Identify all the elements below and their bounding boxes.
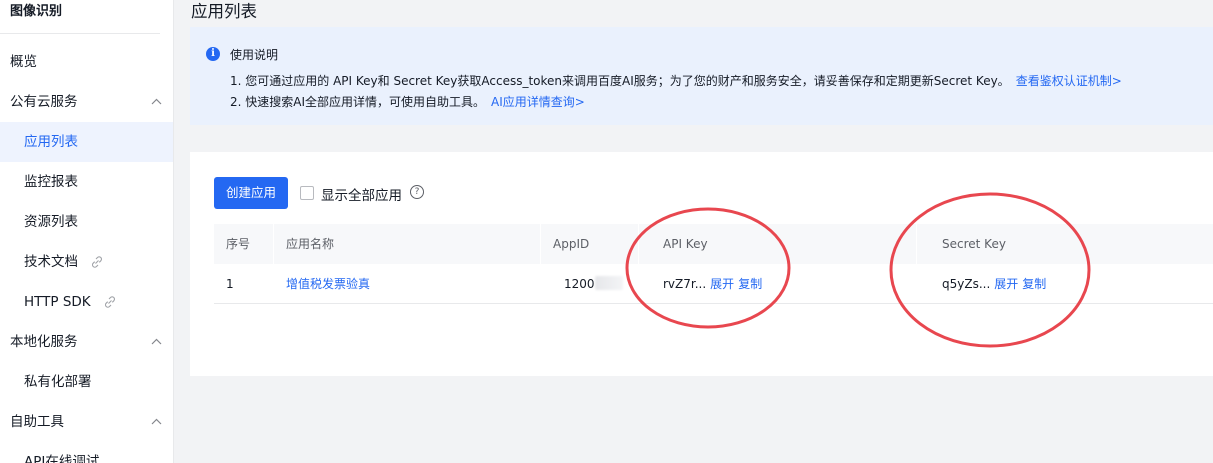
- sidebar-item-monitor-report[interactable]: 监控报表: [0, 162, 173, 202]
- chevron-up-icon: [151, 402, 162, 442]
- sidebar-item-app-list[interactable]: 应用列表: [0, 122, 173, 162]
- sidebar: 图像识别 概览 公有云服务 应用列表 监控报表 资源列表 技术文档 HTTP S…: [0, 0, 174, 463]
- table-row: 1 增值税发票验真 1200 rvZ7r... 展开 复制 q5yZs... 展开 复制: [214, 264, 1213, 304]
- external-link-icon: [103, 285, 117, 325]
- external-link-icon: [90, 245, 104, 285]
- column-header-api-key: API Key: [663, 237, 708, 251]
- app-name-link[interactable]: 增值税发票验真: [286, 277, 370, 291]
- create-app-button[interactable]: 创建应用: [214, 177, 288, 209]
- notice-heading: 使用说明: [230, 48, 279, 62]
- sidebar-group-label: 本地化服务: [10, 334, 78, 350]
- sidebar-group-public-cloud[interactable]: 公有云服务: [0, 82, 173, 122]
- help-icon[interactable]: ?: [410, 185, 424, 199]
- cell-api-key: rvZ7r... 展开 复制: [651, 264, 762, 304]
- secret-key-expand-button[interactable]: 展开: [994, 277, 1018, 291]
- table-header: 序号 应用名称 AppID API Key Secret Key: [214, 224, 1213, 264]
- usage-notice: i 使用说明 1. 您可通过应用的 API Key和 Secret Key获取A…: [190, 27, 1213, 125]
- page-title: 应用列表: [191, 2, 257, 21]
- column-header-name: 应用名称: [286, 237, 335, 251]
- appid-value: 1200: [564, 277, 595, 291]
- info-icon: i: [206, 47, 220, 61]
- sidebar-item-label: HTTP SDK: [24, 294, 91, 310]
- chevron-up-icon: [151, 322, 162, 362]
- sidebar-item-label: 技术文档: [24, 254, 78, 270]
- api-key-expand-button[interactable]: 展开: [710, 277, 734, 291]
- api-key-value: rvZ7r...: [663, 277, 707, 291]
- app-list-panel: 创建应用 显示全部应用 ? 序号 应用名称 AppID API Key Secr…: [190, 152, 1213, 376]
- sidebar-item-api-debug[interactable]: API在线调试: [0, 442, 173, 463]
- sidebar-item-tech-docs[interactable]: 技术文档: [0, 242, 173, 285]
- show-all-checkbox[interactable]: [300, 186, 314, 200]
- sidebar-group-label: 公有云服务: [10, 94, 78, 110]
- notice-text: 1. 您可通过应用的 API Key和 Secret Key获取Access_t…: [230, 74, 1010, 88]
- sidebar-group-local-service[interactable]: 本地化服务: [0, 322, 173, 362]
- column-divider: [638, 224, 639, 264]
- api-key-copy-button[interactable]: 复制: [738, 277, 762, 291]
- sidebar-group-self-service[interactable]: 自助工具: [0, 402, 173, 442]
- secret-key-copy-button[interactable]: 复制: [1022, 277, 1046, 291]
- auth-mechanism-link[interactable]: 查看鉴权认证机制>: [1016, 74, 1122, 88]
- column-header-appid: AppID: [553, 237, 590, 251]
- cell-index: 1: [226, 277, 234, 291]
- redacted-blur: [594, 276, 623, 290]
- notice-text: 2. 快速搜索AI全部应用详情，可使用自助工具。: [230, 95, 486, 109]
- cell-secret-key: q5yZs... 展开 复制: [930, 264, 1046, 304]
- sidebar-group-label: 自助工具: [10, 414, 64, 430]
- sidebar-item-http-sdk[interactable]: HTTP SDK: [0, 282, 173, 325]
- cell-appid: 1200: [552, 264, 623, 304]
- sidebar-item-overview[interactable]: 概览: [0, 42, 173, 82]
- sidebar-divider: [0, 33, 160, 34]
- secret-key-value: q5yZs...: [942, 277, 991, 291]
- column-divider: [916, 224, 917, 264]
- sidebar-item-resource-list[interactable]: 资源列表: [0, 202, 173, 242]
- notice-line-2: 2. 快速搜索AI全部应用详情，可使用自助工具。 AI应用详情查询>: [230, 93, 585, 110]
- column-header-index: 序号: [226, 237, 251, 251]
- sidebar-title: 图像识别: [10, 4, 63, 19]
- chevron-up-icon: [151, 82, 162, 122]
- sidebar-item-private-deploy[interactable]: 私有化部署: [0, 362, 173, 402]
- cell-name: 增值税发票验真: [274, 264, 370, 304]
- notice-line-1: 1. 您可通过应用的 API Key和 Secret Key获取Access_t…: [230, 72, 1122, 89]
- column-header-secret-key: Secret Key: [942, 237, 1006, 251]
- show-all-label[interactable]: 显示全部应用: [321, 184, 402, 204]
- ai-app-query-link[interactable]: AI应用详情查询>: [491, 95, 585, 109]
